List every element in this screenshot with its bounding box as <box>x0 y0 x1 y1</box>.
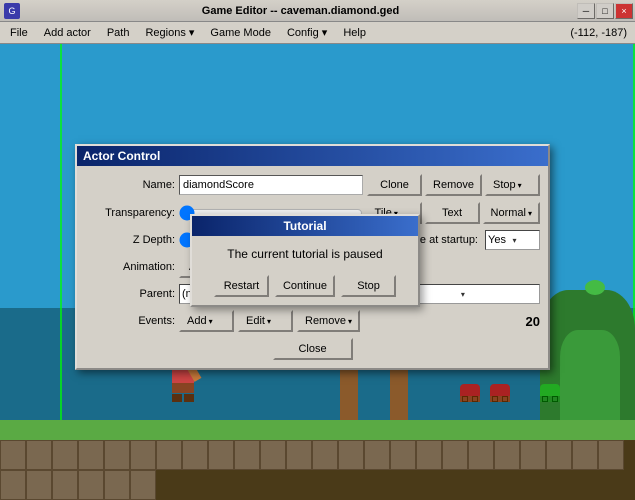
transparency-label: Transparency: <box>85 207 175 219</box>
menu-regions[interactable]: Regions ▾ <box>137 24 202 41</box>
menu-config[interactable]: Config ▾ <box>279 24 335 41</box>
continue-button[interactable]: Continue <box>275 275 335 297</box>
menu-bar: File Add actor Path Regions ▾ Game Mode … <box>0 22 635 44</box>
menu-add-actor[interactable]: Add actor <box>36 25 99 41</box>
text-button[interactable]: Text <box>425 202 480 224</box>
ground: // Generate ground blocks for(let i=0;i<… <box>0 420 635 500</box>
enemy-1 <box>460 384 480 402</box>
tutorial-body: The current tutorial is paused Restart C… <box>192 236 418 305</box>
zdepth-label: Z Depth: <box>85 234 175 246</box>
restart-button[interactable]: Restart <box>214 275 269 297</box>
tutorial-buttons: Restart Continue Stop <box>200 275 410 297</box>
tutorial-dialog: Tutorial The current tutorial is paused … <box>190 214 420 307</box>
enemy-2 <box>490 384 510 402</box>
bush-right-2 <box>560 330 620 420</box>
game-area: // Generate ground blocks for(let i=0;i<… <box>0 44 635 500</box>
normal-button[interactable]: Normal ▾ <box>483 202 540 224</box>
title-bar: G Game Editor -- caveman.diamond.ged ─ □… <box>0 0 635 22</box>
animation-label: Animation: <box>85 261 175 273</box>
tutorial-message: The current tutorial is paused <box>200 246 410 263</box>
events-add-button[interactable]: Add ▾ <box>179 310 234 332</box>
create-startup-select[interactable]: Yes ▾ <box>485 230 540 250</box>
events-remove-button[interactable]: Remove ▾ <box>297 310 360 332</box>
minimize-button[interactable]: ─ <box>577 3 595 19</box>
name-input[interactable] <box>179 175 363 195</box>
window-title: Game Editor -- caveman.diamond.ged <box>24 5 577 17</box>
events-edit-button[interactable]: Edit ▾ <box>238 310 293 332</box>
parent-label: Parent: <box>85 288 175 300</box>
menu-help[interactable]: Help <box>335 25 374 41</box>
menu-path[interactable]: Path <box>99 25 138 41</box>
name-row: Name: Clone Remove Stop ▾ <box>85 174 540 196</box>
actor-dialog-title: Actor Control <box>77 146 548 166</box>
tutorial-stop-button[interactable]: Stop <box>341 275 396 297</box>
events-label: Events: <box>85 315 175 327</box>
menu-file[interactable]: File <box>2 25 36 41</box>
clone-button[interactable]: Clone <box>367 174 422 196</box>
events-row: Events: Add ▾ Edit ▾ Remove ▾ 20 <box>85 310 540 332</box>
enemy-3 <box>540 384 560 402</box>
close-row: Close <box>85 338 540 360</box>
stop-button[interactable]: Stop ▾ <box>485 174 540 196</box>
tutorial-title: Tutorial <box>192 216 418 236</box>
app-icon: G <box>4 3 20 19</box>
grass <box>0 420 635 440</box>
ground-blocks: // Generate ground blocks for(let i=0;i<… <box>0 440 635 500</box>
remove-button[interactable]: Remove <box>425 174 482 196</box>
close-button[interactable]: Close <box>273 338 353 360</box>
events-count: 20 <box>515 314 540 329</box>
leaf-1 <box>585 280 605 295</box>
window-controls: ─ □ × <box>577 3 633 19</box>
maximize-button[interactable]: □ <box>596 3 614 19</box>
menu-game-mode[interactable]: Game Mode <box>202 25 279 41</box>
name-label: Name: <box>85 179 175 191</box>
coordinates-display: (-112, -187) <box>570 27 633 39</box>
name-row-buttons: Clone Remove Stop ▾ <box>367 174 540 196</box>
close-button[interactable]: × <box>615 3 633 19</box>
